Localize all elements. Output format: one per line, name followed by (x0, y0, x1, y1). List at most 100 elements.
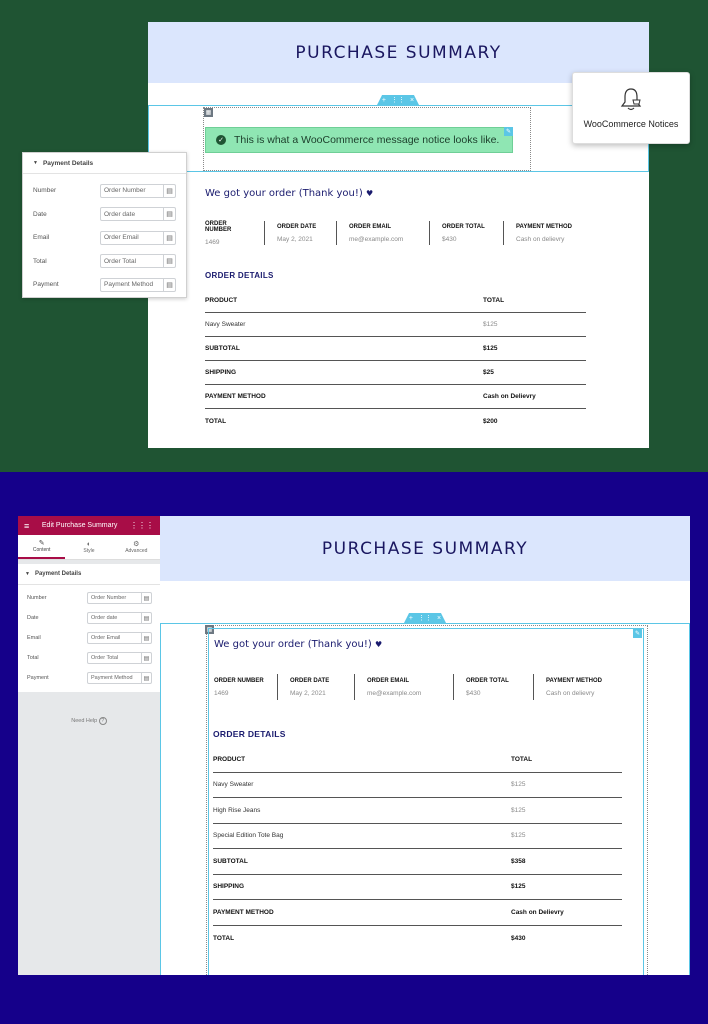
meta-payment-method: PAYMENT METHOD Cash on delievry (533, 674, 629, 700)
table-row-payment: PAYMENT METHOD Cash on Delievry (213, 900, 622, 926)
database-icon[interactable]: ▤ (163, 255, 175, 268)
bottom-order-table: PRODUCT TOTAL Navy Sweater $125 High Rise … (213, 747, 622, 951)
close-icon[interactable]: × (410, 97, 414, 104)
caret-down-icon: ▼ (25, 571, 30, 577)
bottom-thanks-heading: We got your order (Thank you!) ♥ (214, 639, 383, 650)
tab-advanced[interactable]: ⚙ Advanced (113, 535, 160, 559)
editor-field-date: Date Order date ▤ (27, 608, 152, 628)
caret-down-icon: ▼ (33, 160, 38, 166)
meta-order-date: ORDER DATE May 2, 2021 (277, 674, 354, 700)
pencil-icon: ✎ (38, 540, 45, 547)
table-row: High Rise Jeans $125 (213, 798, 622, 824)
meta-order-total: ORDER TOTAL $430 (429, 221, 503, 245)
bell-icon (620, 88, 642, 111)
table-row-shipping: SHIPPING $125 (213, 875, 622, 900)
drag-icon[interactable]: ⋮⋮ (418, 614, 432, 622)
payment-input[interactable]: Payment Method ▤ (100, 277, 176, 292)
field-payment: Payment Payment Method ▤ (33, 273, 176, 297)
meta-order-number: ORDER NUMBER 1469 (205, 220, 232, 246)
table-row-subtotal: SUBTOTAL $125 (205, 337, 586, 361)
editor-payment-input[interactable]: Payment Method ▤ (87, 672, 152, 684)
bottom-banner: PURCHASE SUMMARY (160, 516, 690, 581)
gear-icon: ⚙ (133, 541, 140, 548)
editor-number-input[interactable]: Order Number ▤ (87, 592, 152, 604)
add-icon[interactable]: + (409, 615, 413, 622)
table-row-shipping: SHIPPING $25 (205, 361, 586, 385)
email-input[interactable]: Order Email ▤ (100, 230, 176, 245)
editor-fields: Number Order Number ▤ Date Order date ▤ Em… (18, 585, 160, 688)
editor-date-input[interactable]: Order date ▤ (87, 612, 152, 624)
meta-order-email: ORDER EMAIL me@example.com (336, 221, 429, 245)
table-header-row: PRODUCT TOTAL (213, 747, 622, 773)
tab-content[interactable]: ✎ Content (18, 535, 66, 559)
database-icon[interactable]: ▤ (141, 673, 151, 683)
database-icon[interactable]: ▤ (163, 184, 175, 197)
check-icon: ✓ (216, 135, 226, 145)
meta-order-email: ORDER EMAIL me@example.com (354, 674, 453, 700)
database-icon[interactable]: ▤ (141, 613, 151, 623)
table-row-total: TOTAL $200 (205, 417, 498, 425)
editor-email-input[interactable]: Order Email ▤ (87, 632, 152, 644)
bottom-section-handle[interactable]: + ⋮⋮ × (404, 613, 446, 623)
date-input[interactable]: Order date ▤ (100, 207, 176, 222)
need-help-link[interactable]: Need Help ? (18, 717, 160, 725)
heart-icon: ♥ (374, 640, 383, 649)
number-input[interactable]: Order Number ▤ (100, 183, 176, 198)
database-icon[interactable]: ▤ (163, 278, 175, 291)
notice-text: This is what a WooCommerce message notic… (234, 134, 500, 146)
question-icon: ? (98, 717, 107, 725)
edit-widget-icon[interactable]: ✎ (504, 127, 513, 136)
table-row: Special Edition Tote Bag $125 (213, 824, 622, 849)
editor-sidebar: ≡ Edit Purchase Summary ⋮⋮⋮ ✎ Content ◐ St… (18, 516, 160, 975)
meta-order-number: ORDER NUMBER 1469 (214, 677, 264, 697)
close-icon[interactable]: × (437, 615, 441, 622)
drag-icon[interactable]: ⋮⋮ (391, 96, 405, 104)
table-header-row: PRODUCT TOTAL (205, 289, 586, 313)
meta-order-date: ORDER DATE May 2, 2021 (264, 221, 336, 245)
field-number: Number Order Number ▤ (33, 179, 176, 203)
top-thanks-heading: We got your order (Thank you!) ♥ (205, 188, 374, 199)
notices-widget-label: WooCommerce Notices (583, 119, 679, 129)
editor-tabs: ✎ Content ◐ Style ⚙ Advanced (18, 535, 160, 560)
column-handle-icon[interactable]: ▦ (204, 108, 213, 117)
database-icon[interactable]: ▤ (163, 231, 175, 244)
top-order-table: PRODUCT TOTAL Navy Sweater $125 SUBTOTAL $1… (205, 289, 586, 433)
meta-order-total: ORDER TOTAL $430 (453, 674, 533, 700)
editor-field-payment: Payment Payment Method ▤ (27, 668, 152, 688)
add-icon[interactable]: + (382, 97, 386, 104)
table-row-payment: PAYMENT METHOD Cash on Delievry (205, 385, 586, 409)
field-date: Date Order date ▤ (33, 203, 176, 227)
field-total: Total Order Total ▤ (33, 250, 176, 274)
top-order-details-title: ORDER DETAILS (205, 271, 274, 280)
table-row: Navy Sweater $125 (205, 313, 586, 337)
table-row-total: TOTAL $430 (213, 934, 526, 942)
table-row: Navy Sweater $125 (213, 773, 622, 798)
editor-field-total: Total Order Total ▤ (27, 648, 152, 668)
database-icon[interactable]: ▤ (141, 633, 151, 643)
editor-field-number: Number Order Number ▤ (27, 588, 152, 608)
meta-payment-method: PAYMENT METHOD Cash on delievry (503, 221, 593, 245)
top-order-meta: ORDER NUMBER 1469 ORDER DATE May 2, 2021 O… (205, 220, 593, 246)
top-payment-details-panel: ▼ Payment Details Number Order Number ▤ Da… (22, 152, 187, 298)
bottom-page-title: PURCHASE SUMMARY (321, 538, 529, 559)
hamburger-icon[interactable]: ≡ (24, 521, 29, 531)
total-input[interactable]: Order Total ▤ (100, 254, 176, 269)
woocommerce-notices-widget[interactable]: WooCommerce Notices (572, 72, 690, 144)
field-email: Email Order Email ▤ (33, 226, 176, 250)
grid-icon[interactable]: ⋮⋮⋮ (130, 521, 154, 530)
editor-section: ▼ Payment Details Number Order Number ▤ Da… (18, 564, 160, 692)
database-icon[interactable]: ▤ (141, 593, 151, 603)
editor-field-email: Email Order Email ▤ (27, 628, 152, 648)
panel-fields: Number Order Number ▤ Date Order date ▤ Em… (23, 174, 186, 297)
edit-widget-icon[interactable]: ✎ (633, 629, 642, 638)
half-circle-icon: ◐ (86, 540, 92, 548)
database-icon[interactable]: ▤ (163, 208, 175, 221)
heart-icon: ♥ (365, 189, 374, 198)
bottom-order-details-title: ORDER DETAILS (213, 729, 286, 739)
top-section-handle[interactable]: + ⋮⋮ × (377, 95, 419, 105)
editor-section-title[interactable]: ▼ Payment Details (18, 564, 160, 585)
panel-section-title[interactable]: ▼ Payment Details (23, 153, 186, 174)
editor-total-input[interactable]: Order Total ▤ (87, 652, 152, 664)
database-icon[interactable]: ▤ (141, 653, 151, 663)
tab-style[interactable]: ◐ Style (65, 535, 112, 559)
